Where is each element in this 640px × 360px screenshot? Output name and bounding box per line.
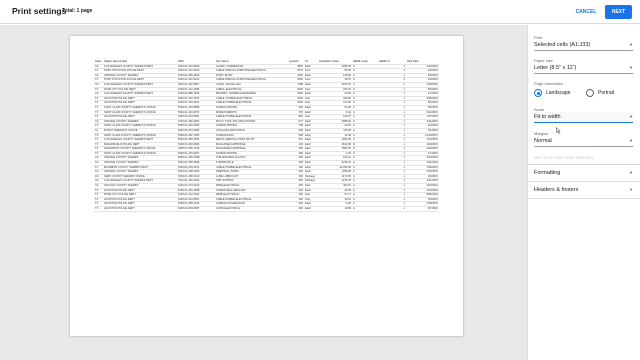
table-row: TX HOUSTON POLICE DEPT 6145-00-083-0837 COR… bbox=[94, 206, 439, 212]
print-preview-area: State Station Name (LEA) NSN Item Name Quant… bbox=[0, 25, 527, 360]
margins-value: Normal bbox=[534, 138, 552, 144]
scale-value: Fit to width bbox=[534, 114, 561, 120]
portrait-label[interactable]: Portrait bbox=[598, 90, 614, 96]
orientation-label: Page orientation bbox=[534, 81, 564, 86]
divider bbox=[528, 198, 640, 199]
dialog-title: Print settings bbox=[12, 6, 67, 16]
headers-footers-section-toggle[interactable]: Headers & footers ▼ bbox=[528, 182, 640, 198]
table-cell: HOUSTON POLICE DEPT bbox=[103, 206, 177, 212]
page-count-label: Total: 1 page bbox=[62, 8, 93, 14]
next-button[interactable]: NEXT bbox=[605, 5, 632, 19]
landscape-label[interactable]: Landscape bbox=[546, 90, 570, 96]
paper-size-select[interactable]: Letter (8.5" x 11") ▼ bbox=[534, 63, 633, 74]
mouse-pointer-icon bbox=[556, 127, 561, 134]
paper-size-value: Letter (8.5" x 11") bbox=[534, 65, 577, 71]
preview-page: State Station Name (LEA) NSN Item Name Quant… bbox=[70, 36, 463, 336]
portrait-radio[interactable] bbox=[586, 89, 594, 97]
table-cell: 6/7/2016 bbox=[406, 206, 439, 212]
set-custom-page-breaks-button[interactable]: SET CUSTOM PAGE BREAKS bbox=[534, 155, 594, 160]
cancel-button[interactable]: CANCEL bbox=[571, 5, 601, 19]
table-cell: 13.80 bbox=[318, 206, 352, 212]
preview-sheet-table: State Station Name (LEA) NSN Item Name Quant… bbox=[94, 60, 439, 212]
formatting-section-toggle[interactable]: Formatting ▼ bbox=[528, 165, 640, 181]
table-cell: 6145-00-083-0837 bbox=[177, 206, 215, 212]
landscape-radio[interactable] bbox=[534, 89, 542, 97]
chevron-down-icon: ▼ bbox=[629, 42, 633, 47]
table-cell: 1 bbox=[378, 206, 406, 212]
headers-footers-label: Headers & footers bbox=[534, 187, 579, 193]
orientation-radio-group: Landscape Portrait bbox=[534, 89, 634, 99]
chevron-down-icon: ▼ bbox=[629, 114, 633, 119]
table-cell: 300 bbox=[288, 206, 304, 212]
chevron-down-icon: ▼ bbox=[629, 65, 633, 70]
chevron-down-icon: ▼ bbox=[629, 187, 633, 192]
settings-panel: Print Selected cells (A1:J33) ▼ Paper si… bbox=[527, 25, 640, 360]
print-range-value: Selected cells (A1:J33) bbox=[534, 42, 591, 48]
table-cell: Each bbox=[304, 206, 318, 212]
margins-select[interactable]: Normal ▼ bbox=[534, 136, 633, 147]
table-cell: CORD,ELECTRICAL bbox=[215, 206, 288, 212]
table-cell: TX bbox=[94, 206, 103, 212]
print-range-select[interactable]: Selected cells (A1:J33) ▼ bbox=[534, 40, 633, 51]
sheet-body: CA LOS ANGELES COUNTY SHERIFF DEPT 2540-01… bbox=[94, 64, 439, 212]
chevron-down-icon: ▼ bbox=[629, 170, 633, 175]
formatting-label: Formatting bbox=[534, 170, 561, 176]
table-cell: A bbox=[352, 206, 378, 212]
chevron-down-icon: ▼ bbox=[629, 138, 633, 143]
scale-select[interactable]: Fit to width ▼ bbox=[534, 112, 633, 123]
top-bar: Print settings Total: 1 page CANCEL NEXT bbox=[0, 0, 640, 24]
